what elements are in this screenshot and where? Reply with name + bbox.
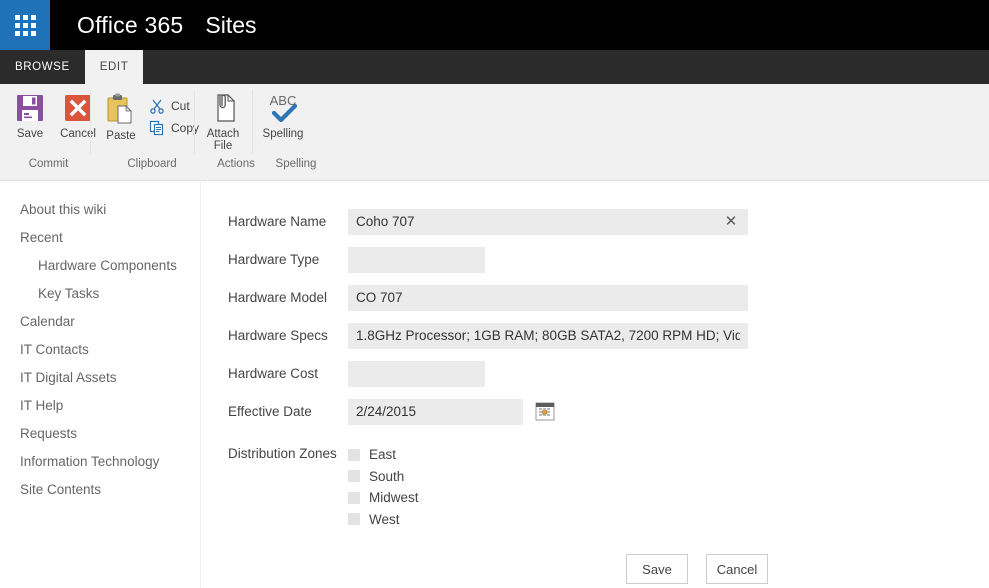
form-row-effective-date: Effective Date [228,399,989,425]
ribbon-group-spelling: ABC Spelling [253,84,315,162]
form-row-hardware-cost: Hardware Cost [228,361,989,387]
checkbox-row-midwest[interactable]: Midwest [348,487,419,509]
save-button[interactable]: Save [626,554,688,584]
cancel-x-icon [65,95,91,121]
paste-clipboard-icon [107,93,132,124]
checkbox-west[interactable] [348,513,360,526]
hardware-type-input[interactable] [348,247,485,273]
distribution-zones-label: Distribution Zones [228,446,337,461]
suite-brand-title[interactable]: Office 365 [77,12,183,39]
hardware-model-label: Hardware Model [228,290,328,305]
hardware-cost-field-wrap [348,361,485,387]
app-launcher-button[interactable] [0,0,50,50]
checkbox-label-south: South [369,468,405,484]
hardware-edit-form: Hardware Name ✕ Hardware Type Hardware M… [202,182,989,588]
checkbox-label-west: West [369,511,400,527]
suite-header-bar: Office 365 Sites [0,0,989,50]
sidebar-item-recent[interactable]: Recent [0,223,200,251]
hardware-name-field-wrap: ✕ [348,209,748,235]
calendar-picker-icon [535,402,555,421]
form-row-hardware-type: Hardware Type [228,247,989,273]
hardware-model-input[interactable] [348,285,748,311]
sidebar-item-information-technology[interactable]: Information Technology [0,447,200,475]
checkbox-row-south[interactable]: South [348,466,419,488]
suite-site-title[interactable]: Sites [205,12,256,39]
calendar-picker-button[interactable] [535,401,555,421]
form-row-hardware-specs: Hardware Specs [228,323,989,349]
distribution-zones-checkbox-list: East South Midwest West [348,441,419,530]
clear-x-icon[interactable]: ✕ [722,212,740,230]
spelling-ribbon-button[interactable]: ABC Spelling [253,84,313,140]
attach-file-ribbon-button[interactable]: Attach File [195,84,251,152]
sidebar-item-it-help[interactable]: IT Help [0,391,200,419]
checkbox-label-east: East [369,447,397,463]
hardware-specs-input[interactable] [348,323,748,349]
scissors-icon [150,99,164,114]
form-row-distribution-zones: Distribution Zones East South Midwest We… [228,441,989,530]
paste-ribbon-button[interactable]: Paste [97,84,145,142]
group-label-spelling: Spelling [275,158,317,170]
attach-file-label-line1: Attach [206,128,240,140]
hardware-model-field-wrap [348,285,748,311]
attach-file-label-line2: File [213,140,233,152]
effective-date-input[interactable] [348,399,523,425]
ribbon-group-clipboard: Paste Cut Copy [91,84,199,162]
hardware-cost-input[interactable] [348,361,485,387]
ribbon-body: Save Cancel Paste Cut Copy Attach File A… [0,84,989,181]
sidebar-item-it-digital-assets[interactable]: IT Digital Assets [0,363,200,391]
checkbox-label-midwest: Midwest [369,490,419,506]
ribbon-group-actions: Attach File [195,84,253,162]
sidebar-item-about-this-wiki[interactable]: About this wiki [0,195,200,223]
tab-browse[interactable]: BROWSE [0,50,85,84]
copy-pages-icon [149,120,164,136]
abc-checkmark-icon: ABC [270,93,298,123]
spelling-ribbon-label: Spelling [262,128,304,140]
sidebar-item-key-tasks[interactable]: Key Tasks [0,279,200,307]
tab-edit[interactable]: EDIT [84,50,144,84]
hardware-name-label: Hardware Name [228,214,327,229]
hardware-specs-label: Hardware Specs [228,328,328,343]
hardware-name-input[interactable] [348,209,748,235]
save-ribbon-label: Save [16,128,44,140]
sidebar-item-requests[interactable]: Requests [0,419,200,447]
ribbon-command-groups: Save Cancel Paste Cut Copy Attach File A… [0,84,315,162]
checkbox-south[interactable] [348,470,360,483]
ribbon-group-commit: Save Cancel [0,84,96,162]
save-floppy-icon [17,95,43,121]
effective-date-label: Effective Date [228,404,312,419]
sidebar-item-site-contents[interactable]: Site Contents [0,475,200,503]
app-launcher-waffle-icon [14,14,36,36]
hardware-type-field-wrap [348,247,485,273]
group-label-clipboard: Clipboard [127,158,177,170]
hardware-specs-field-wrap [348,323,748,349]
effective-date-field-wrap [348,399,563,425]
checkbox-row-west[interactable]: West [348,509,419,531]
cut-ribbon-label: Cut [171,99,190,113]
form-action-buttons: Save Cancel [626,554,989,584]
hardware-type-label: Hardware Type [228,252,320,267]
form-row-hardware-name: Hardware Name ✕ [228,209,989,235]
paperclip-document-icon [217,93,236,122]
cancel-button[interactable]: Cancel [706,554,768,584]
ribbon-group-label-row: Commit Clipboard Actions Spelling [0,158,327,174]
save-ribbon-button[interactable]: Save [6,84,54,140]
hardware-cost-label: Hardware Cost [228,366,319,381]
group-label-commit: Commit [28,158,69,170]
sidebar-item-calendar[interactable]: Calendar [0,307,200,335]
form-row-hardware-model: Hardware Model [228,285,989,311]
checkbox-east[interactable] [348,448,360,461]
group-label-actions: Actions [217,158,255,170]
checkbox-row-east[interactable]: East [348,444,419,466]
sidebar-navigation: About this wiki Recent Hardware Componen… [0,182,201,588]
sidebar-item-hardware-components[interactable]: Hardware Components [0,251,200,279]
ribbon-tab-strip: BROWSE EDIT [0,50,989,84]
checkbox-midwest[interactable] [348,491,360,504]
paste-ribbon-label: Paste [106,130,136,142]
sidebar-item-it-contacts[interactable]: IT Contacts [0,335,200,363]
